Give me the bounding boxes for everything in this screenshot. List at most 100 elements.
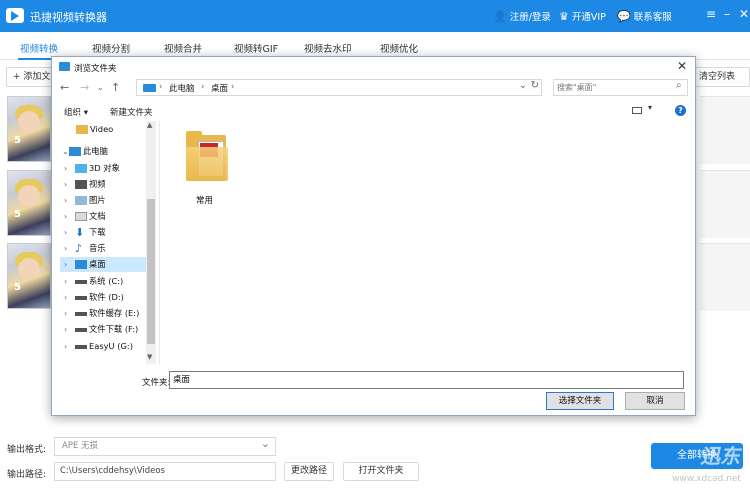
scroll-thumb[interactable] xyxy=(147,199,155,344)
organize-button[interactable]: 组织 ▾ xyxy=(64,106,88,118)
scroll-down-icon[interactable]: ▼ xyxy=(147,353,152,361)
tree-item-documents[interactable]: › 文档 xyxy=(60,209,146,224)
collapse-chevron-icon[interactable]: › xyxy=(64,322,67,337)
breadcrumb-desktop[interactable]: 桌面 xyxy=(211,82,228,94)
output-settings: 输出格式: APE 无损 输出路径: C:\Users\cddehsy\Vide… xyxy=(0,428,750,491)
tree-item-3d-objects[interactable]: › 3D 对象 xyxy=(60,161,146,176)
help-icon[interactable]: ? xyxy=(675,105,686,116)
video-thumbnail[interactable]: 5 xyxy=(7,170,51,236)
tree-item-this-pc[interactable]: ⌄ 此电脑 xyxy=(60,144,146,159)
collapse-chevron-icon[interactable]: › xyxy=(64,177,67,192)
search-input[interactable]: 搜索"桌面" xyxy=(553,79,688,96)
tree-item-drive-g[interactable]: › EasyU (G:) xyxy=(60,339,146,354)
tree-item-label: 图片 xyxy=(89,195,106,205)
collapse-chevron-icon[interactable]: › xyxy=(64,225,67,240)
list-item[interactable] xyxy=(700,243,750,311)
tree-item-video[interactable]: Video xyxy=(60,122,146,137)
select-folder-button[interactable]: 选择文件夹 xyxy=(546,392,614,410)
search-icon[interactable]: ⌕ xyxy=(676,80,682,91)
forward-arrow-icon[interactable]: → xyxy=(80,81,89,94)
crown-icon: ♛ xyxy=(559,9,569,23)
open-folder-button[interactable]: 打开文件夹 xyxy=(343,462,419,481)
minimize-icon[interactable]: – xyxy=(724,7,730,21)
tab-video-split[interactable]: 视频分割 xyxy=(92,41,130,55)
collapse-chevron-icon[interactable]: › xyxy=(64,306,67,321)
tree-item-drive-c[interactable]: › 系统 (C:) xyxy=(60,274,146,289)
refresh-icon[interactable]: ↻ xyxy=(531,80,539,91)
tab-video-merge[interactable]: 视频合并 xyxy=(164,41,202,55)
collapse-chevron-icon[interactable]: › xyxy=(64,209,67,224)
output-path-input[interactable]: C:\Users\cddehsy\Videos xyxy=(54,462,276,481)
tree-item-downloads[interactable]: › ⬇ 下载 xyxy=(60,225,146,240)
folder-item-label[interactable]: 常用 xyxy=(196,194,213,206)
output-format-select[interactable]: APE 无损 xyxy=(54,435,276,456)
list-item[interactable] xyxy=(700,96,750,164)
tree-item-label: 软件 (D:) xyxy=(89,292,124,302)
collapse-chevron-icon[interactable]: › xyxy=(64,290,67,305)
command-bar: 组织 ▾ 新建文件夹 ▾ ? xyxy=(52,101,695,121)
collapse-chevron-icon[interactable]: › xyxy=(64,193,67,208)
recent-dropdown-icon[interactable]: ⌄ xyxy=(97,83,104,92)
collapse-chevron-icon[interactable]: › xyxy=(64,274,67,289)
change-path-button[interactable]: 更改路径 xyxy=(284,462,334,481)
collapse-chevron-icon[interactable]: › xyxy=(64,161,67,176)
register-login-button[interactable]: 👤 注册/登录 xyxy=(493,9,551,24)
expand-chevron-icon[interactable]: ⌄ xyxy=(62,144,69,159)
breadcrumb-separator: › xyxy=(201,82,205,92)
view-dropdown-icon[interactable]: ▾ xyxy=(648,103,652,112)
thumbnail-art xyxy=(18,185,40,207)
support-button[interactable]: 💬 联系客服 xyxy=(617,9,672,24)
folder-field-input[interactable]: 桌面 xyxy=(169,371,684,389)
address-dropdown-icon[interactable]: ⌄ xyxy=(519,80,527,91)
view-options-icon[interactable] xyxy=(632,107,642,114)
folder-item[interactable] xyxy=(184,131,230,183)
support-label: 联系客服 xyxy=(633,12,672,23)
user-icon: 👤 xyxy=(493,9,507,23)
tree-item-pictures[interactable]: › 图片 xyxy=(60,193,146,208)
navigation-row: ← → ⌄ ↑ › 此电脑 › 桌面 › ⌄ ↻ 搜索"桌面" ⌕ xyxy=(52,77,695,99)
tab-video-convert[interactable]: 视频转换 xyxy=(20,41,58,55)
tree-item-music[interactable]: › ♪ 音乐 xyxy=(60,241,146,256)
tree-scrollbar[interactable]: ▲ ▼ xyxy=(146,121,156,364)
tree-item-drive-f[interactable]: › 文件下载 (F:) xyxy=(60,322,146,337)
tree-item-desktop[interactable]: › 桌面 xyxy=(60,257,146,272)
window-icon xyxy=(59,62,70,71)
tree-item-videos[interactable]: › 视频 xyxy=(60,177,146,192)
tree-item-label: 文档 xyxy=(89,211,106,221)
drive-icon xyxy=(75,312,87,316)
video-thumbnail[interactable]: 5 xyxy=(7,96,51,162)
tab-video-optimize[interactable]: 视频优化 xyxy=(380,41,418,55)
register-login-label: 注册/登录 xyxy=(509,12,551,23)
tree-item-label: 系统 (C:) xyxy=(89,276,124,286)
breadcrumb-separator: › xyxy=(231,82,235,92)
tree-item-label: 音乐 xyxy=(89,243,106,253)
chat-icon: 💬 xyxy=(617,9,631,23)
up-arrow-icon[interactable]: ↑ xyxy=(111,81,120,94)
output-path-label: 输出路径: xyxy=(7,470,47,480)
menu-icon[interactable]: ≡ xyxy=(706,7,716,21)
tree-item-label: 文件下载 (F:) xyxy=(89,324,139,334)
tree-item-drive-d[interactable]: › 软件 (D:) xyxy=(60,290,146,305)
new-folder-button[interactable]: 新建文件夹 xyxy=(110,106,153,118)
collapse-chevron-icon[interactable]: › xyxy=(64,257,67,272)
clear-list-button[interactable]: 清空列表 xyxy=(694,67,750,87)
dialog-close-icon[interactable]: ✕ xyxy=(677,59,687,73)
scroll-up-icon[interactable]: ▲ xyxy=(147,121,152,129)
close-icon[interactable]: ✕ xyxy=(739,7,749,21)
collapse-chevron-icon[interactable]: › xyxy=(64,339,67,354)
breadcrumb-this-pc[interactable]: 此电脑 xyxy=(169,82,195,94)
folder-content-pane: 常用 xyxy=(159,121,689,364)
list-item[interactable] xyxy=(700,170,750,238)
back-arrow-icon[interactable]: ← xyxy=(60,81,69,94)
add-file-button[interactable]: + 添加文 xyxy=(6,67,58,87)
address-bar[interactable]: › 此电脑 › 桌面 › ⌄ ↻ xyxy=(136,79,542,96)
thumbnail-number: 5 xyxy=(14,209,21,220)
tab-video-gif[interactable]: 视频转GIF xyxy=(234,41,278,55)
tree-item-label: EasyU (G:) xyxy=(89,341,133,351)
tree-item-drive-e[interactable]: › 软件缓存 (E:) xyxy=(60,306,146,321)
video-thumbnail[interactable]: 5 xyxy=(7,243,51,309)
tab-remove-watermark[interactable]: 视频去水印 xyxy=(304,41,352,55)
collapse-chevron-icon[interactable]: › xyxy=(64,241,67,256)
vip-button[interactable]: ♛ 开通VIP xyxy=(559,9,606,24)
cancel-button[interactable]: 取消 xyxy=(625,392,685,410)
